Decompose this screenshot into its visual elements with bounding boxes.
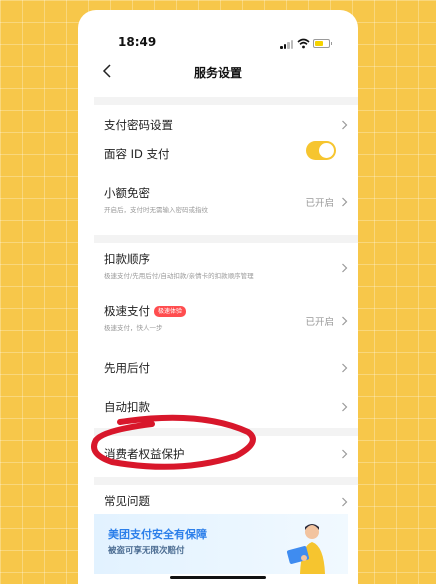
chevron-right-icon <box>342 402 348 412</box>
small-amount-row[interactable]: 小额免密 开启后，支付时无需输入密码或指纹 已开启 <box>78 180 358 226</box>
section-divider <box>94 235 358 243</box>
chevron-right-icon <box>342 197 348 207</box>
security-banner[interactable]: 美团支付安全有保障 被盗可享无限次赔付 <box>94 514 348 574</box>
row-title: 常见问题 <box>104 494 150 508</box>
battery-icon <box>313 39 332 48</box>
signal-icon <box>280 39 294 49</box>
auto-deduct-row[interactable]: 自动扣款 <box>78 387 358 427</box>
row-subtitle: 极速支付，快人一步 <box>104 324 163 332</box>
express-pay-row[interactable]: 极速支付 极速体验 极速支付，快人一步 已开启 <box>78 298 358 346</box>
consumer-rights-row[interactable]: 消费者权益保护 <box>78 434 358 476</box>
row-title: 扣款顺序 <box>104 252 150 266</box>
face-id-toggle[interactable] <box>306 141 336 160</box>
chevron-right-icon <box>342 497 348 507</box>
section-divider <box>94 97 358 105</box>
row-subtitle: 开启后，支付时无需输入密码或指纹 <box>104 206 208 214</box>
row-title: 自动扣款 <box>104 400 150 414</box>
row-value: 已开启 <box>305 198 334 209</box>
row-value: 已开启 <box>305 317 334 328</box>
chevron-right-icon <box>342 263 348 273</box>
banner-title: 美团支付安全有保障 <box>108 528 207 541</box>
row-title: 极速支付 极速体验 <box>104 303 187 319</box>
banner-subtitle: 被盗可享无限次赔付 <box>108 546 185 556</box>
deduction-order-row[interactable]: 扣款顺序 极速支付/先用后付/自动扣款/亲情卡的扣款顺序管理 <box>78 246 358 294</box>
row-title-text: 极速支付 <box>104 304 150 318</box>
chevron-right-icon <box>342 449 348 459</box>
express-badge: 极速体验 <box>154 306 187 317</box>
wifi-icon <box>297 38 310 49</box>
nav-bar: 服务设置 <box>78 56 358 86</box>
row-title: 小额免密 <box>104 186 150 200</box>
row-title: 面容 ID 支付 <box>104 147 170 161</box>
chevron-right-icon <box>342 120 348 130</box>
row-title: 支付密码设置 <box>104 118 173 132</box>
person-with-tablet-illustration <box>286 524 325 574</box>
chevron-right-icon <box>342 363 348 373</box>
phone-screen: 18:49 服务设置 支付密码设置 面容 ID 支付 小额免密 开启后，支付时无… <box>78 10 358 584</box>
row-title: 消费者权益保护 <box>104 447 185 461</box>
pay-later-row[interactable]: 先用后付 <box>78 348 358 388</box>
page-title: 服务设置 <box>193 66 242 80</box>
home-indicator <box>170 576 266 579</box>
row-subtitle: 极速支付/先用后付/自动扣款/亲情卡的扣款顺序管理 <box>104 272 254 280</box>
status-time: 18:49 <box>118 35 157 49</box>
row-title: 先用后付 <box>104 361 150 375</box>
chevron-right-icon <box>342 316 348 326</box>
status-bar: 18:49 <box>78 10 358 49</box>
